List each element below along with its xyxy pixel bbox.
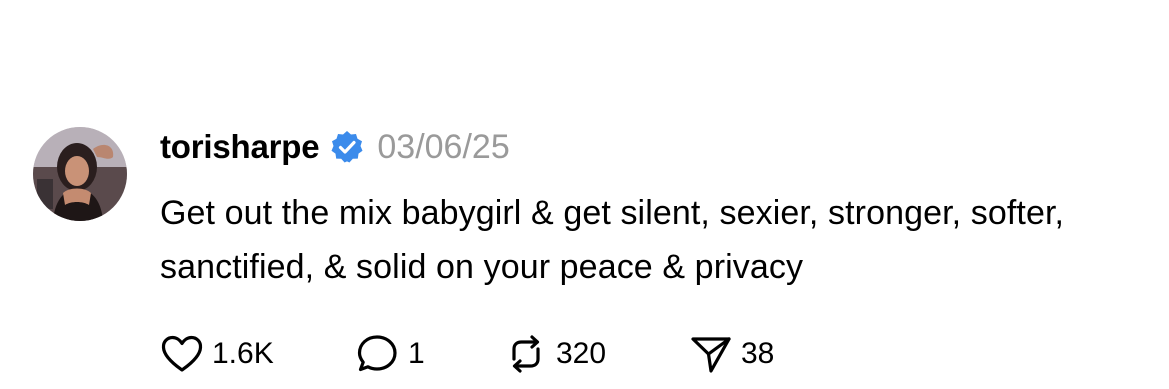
thread-post: torisharpe 03/06/25 Get out the mix baby…	[0, 0, 1169, 389]
repost-count: 320	[556, 337, 607, 370]
reply-count: 1	[408, 337, 425, 370]
repost-button[interactable]: 320	[504, 330, 689, 378]
like-count: 1.6K	[212, 337, 274, 370]
comment-icon	[356, 333, 400, 375]
avatar[interactable]	[33, 127, 127, 221]
share-button[interactable]: 38	[689, 330, 809, 378]
avatar-image	[33, 127, 127, 221]
like-button[interactable]: 1.6K	[160, 330, 356, 378]
verified-badge-icon	[329, 129, 365, 165]
repost-icon	[504, 333, 548, 375]
post-header: torisharpe 03/06/25	[160, 124, 510, 170]
action-bar: 1.6K 1 320 38	[160, 330, 809, 378]
heart-icon	[160, 334, 204, 374]
send-icon	[689, 333, 733, 375]
post-date: 03/06/25	[377, 127, 510, 166]
post-text: Get out the mix babygirl & get silent, s…	[160, 194, 1065, 286]
reply-button[interactable]: 1	[356, 330, 504, 378]
share-count: 38	[741, 337, 775, 370]
username[interactable]: torisharpe	[160, 128, 320, 166]
